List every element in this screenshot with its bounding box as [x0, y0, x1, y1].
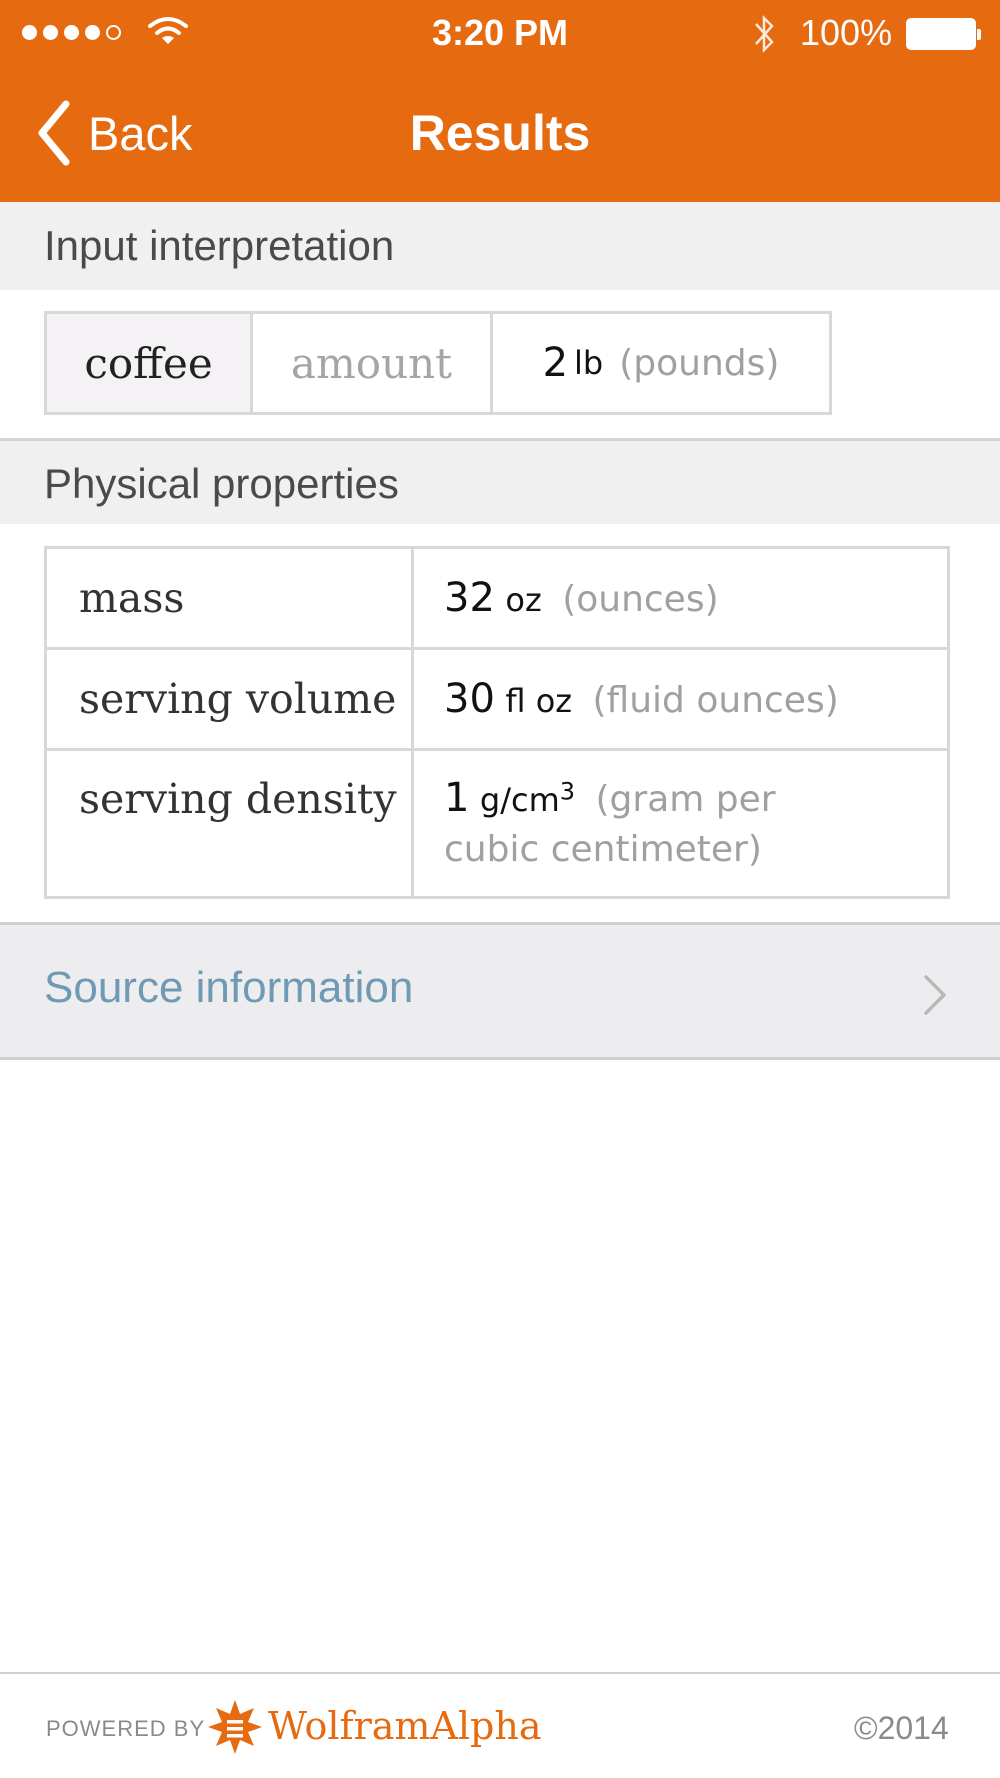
value-unit: fl oz: [505, 682, 573, 720]
source-information-label: Source information: [44, 963, 414, 1012]
value-number: 32: [444, 575, 495, 621]
copyright: ©2014: [854, 1710, 949, 1746]
value-unit: lb: [574, 344, 604, 382]
value-unit-full: (pounds): [619, 342, 780, 384]
interpretation-property: amount: [253, 314, 493, 412]
status-bar: 3:20 PM 100%: [0, 0, 1000, 68]
bluetooth-icon: [755, 14, 774, 54]
value-unit-full: (fluid ounces): [592, 680, 839, 721]
powered-by-label: POWERED BY: [46, 1716, 206, 1741]
value-unit-base: g/cm: [479, 781, 560, 819]
property-value: 30 fl oz (fluid ounces): [411, 647, 950, 751]
table-row: mass 32 oz (ounces): [44, 546, 950, 650]
property-value: 32 oz (ounces): [411, 546, 950, 650]
value-unit-full: (ounces): [562, 579, 719, 620]
table-row: serving density 1 g/cm3 (gram per cubic …: [44, 748, 950, 899]
value-unit-exponent: 3: [559, 777, 576, 806]
property-label: mass: [44, 546, 414, 650]
value-number: 2: [542, 340, 569, 386]
top-bar: 3:20 PM 100% Back Results: [0, 0, 1000, 202]
property-value: 1 g/cm3 (gram per cubic centimeter): [411, 748, 950, 899]
wolframalpha-logo-text: WolframAlpha: [268, 1704, 542, 1748]
page-title: Results: [409, 105, 591, 161]
value-unit-full-continued: cubic centimeter): [444, 829, 762, 870]
value-unit: oz: [505, 581, 542, 619]
value-unit: g/cm3: [479, 779, 575, 819]
property-label: serving volume: [44, 647, 414, 751]
interpretation-value: 2 lb (pounds): [493, 314, 829, 412]
value-number: 30: [444, 676, 495, 722]
interpretation-item: coffee: [47, 314, 253, 412]
footer: POWERED BY WolframAlpha ©2014: [0, 1672, 1000, 1778]
battery-icon: [906, 18, 981, 50]
section-header-input-interpretation: Input interpretation: [0, 202, 1000, 290]
source-information-row[interactable]: Source information: [0, 922, 1000, 1060]
property-label: serving density: [44, 748, 414, 899]
physical-properties-table: mass 32 oz (ounces) serving volume 30 fl…: [44, 546, 950, 899]
value-number: 1: [444, 775, 470, 821]
value-unit-full: (gram per: [595, 779, 776, 820]
navigation-bar: Back Results: [0, 68, 1000, 202]
chevron-right-icon: [924, 975, 946, 1015]
wolframalpha-logo-icon: [208, 1700, 262, 1754]
section-header-physical-properties: Physical properties: [0, 438, 1000, 524]
table-row: serving volume 30 fl oz (fluid ounces): [44, 647, 950, 751]
battery-percentage: 100%: [800, 12, 893, 53]
input-interpretation-table: coffee amount 2 lb (pounds): [44, 311, 832, 415]
